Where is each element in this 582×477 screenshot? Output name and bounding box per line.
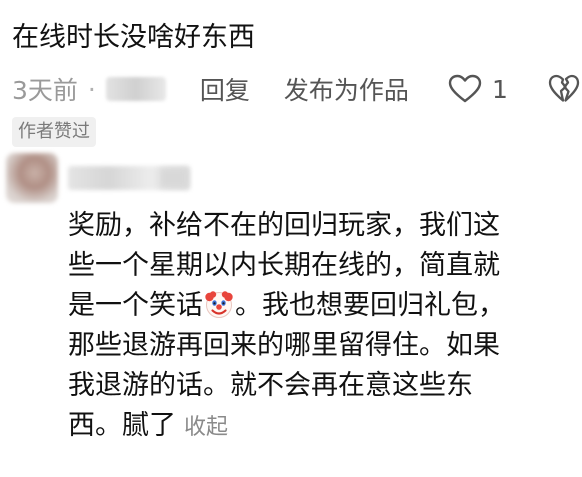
reply-line: 奖励，补给不在的回归玩家，我们这 [68,210,500,241]
publish-as-work-button[interactable]: 发布为作品 [284,71,409,107]
avatar[interactable] [6,153,58,203]
reply-line: 那些退游再回来的哪里留得住。如果 [68,330,500,361]
comment-text: 在线时长没啥好东西 [12,22,255,53]
reply-button[interactable]: 回复 [200,71,250,107]
comment-time: 3天前 [12,76,78,105]
reply-line-part: 。我也想要回归礼包， [235,290,505,321]
heart-icon [448,74,482,103]
meta-separator: · [87,74,96,104]
reply-text: 奖励，补给不在的回归玩家，我们这 些一个星期以内长期在线的，简直就 是一个笑话 … [68,206,505,446]
author-liked-badge: 作者赞过 [12,117,96,147]
reply-line-part: 西。腻了 [68,410,176,441]
reply-line: 西。腻了 收起 [68,406,505,446]
like-count: 1 [492,74,508,104]
blurred-username-tail [160,168,188,188]
reply-line: 我退游的话。就不会再在意这些东 [68,370,473,401]
dislike-button[interactable] [548,70,580,108]
broken-heart-icon [548,74,580,102]
comment-meta-row: 3天前 · 回复 发布为作品 1 [12,70,580,108]
collapse-button[interactable]: 收起 [184,415,228,440]
clown-face-icon [205,291,233,318]
reply-line: 些一个星期以内长期在线的，简直就 [68,250,500,281]
reply-line: 是一个笑话 。我也想要回归礼包， [68,286,505,326]
reply-line-part: 是一个笑话 [68,290,203,321]
like-button[interactable]: 1 [448,70,508,108]
blurred-location [105,77,166,101]
